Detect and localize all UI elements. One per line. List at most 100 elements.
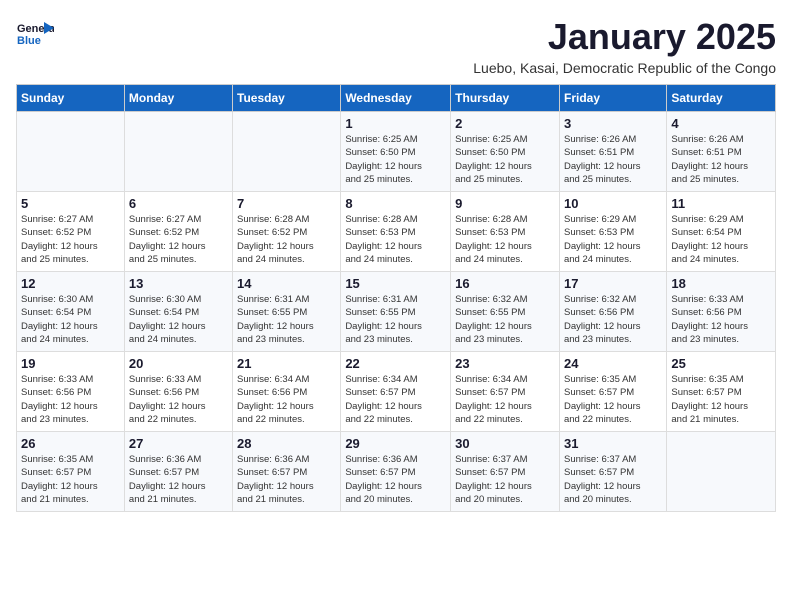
location: Luebo, Kasai, Democratic Republic of the…	[473, 60, 776, 76]
day-number: 12	[21, 276, 120, 291]
calendar-cell: 16 Sunrise: 6:32 AM Sunset: 6:55 PM Dayli…	[451, 272, 560, 352]
day-info: Sunrise: 6:32 AM Sunset: 6:56 PM Dayligh…	[564, 293, 662, 346]
logo-icon: General Blue	[16, 16, 54, 54]
day-number: 29	[345, 436, 446, 451]
calendar-cell: 13Sunrise: 6:30 AM Sunset: 6:54 PM Dayli…	[124, 272, 232, 352]
page-header: General Blue January 2025 Luebo, Kasai, …	[16, 16, 776, 76]
day-info: Sunrise: 6:36 AM Sunset: 6:57 PM Dayligh…	[237, 453, 336, 506]
calendar-header-row: SundayMondayTuesdayWednesdayThursdayFrid…	[17, 85, 776, 112]
day-number: 22	[345, 356, 446, 371]
calendar-cell: 11Sunrise: 6:29 AM Sunset: 6:54 PM Dayli…	[667, 192, 776, 272]
day-of-week-header: Friday	[559, 85, 666, 112]
calendar-cell: 26 Sunrise: 6:35 AM Sunset: 6:57 PM Dayli…	[17, 432, 125, 512]
month-title: January 2025	[473, 16, 776, 58]
day-of-week-header: Sunday	[17, 85, 125, 112]
day-info: Sunrise: 6:29 AM Sunset: 6:53 PM Dayligh…	[564, 213, 662, 266]
calendar-cell: 25 Sunrise: 6:35 AM Sunset: 6:57 PM Dayli…	[667, 352, 776, 432]
day-of-week-header: Monday	[124, 85, 232, 112]
day-of-week-header: Thursday	[451, 85, 560, 112]
day-number: 11	[671, 196, 771, 211]
day-number: 18	[671, 276, 771, 291]
calendar-week-row: 26 Sunrise: 6:35 AM Sunset: 6:57 PM Dayli…	[17, 432, 776, 512]
calendar-cell	[667, 432, 776, 512]
day-info: Sunrise: 6:36 AM Sunset: 6:57 PM Dayligh…	[345, 453, 446, 506]
day-info: Sunrise: 6:27 AM Sunset: 6:52 PM Dayligh…	[21, 213, 120, 266]
day-info: Sunrise: 6:26 AM Sunset: 6:51 PM Dayligh…	[671, 133, 771, 186]
day-info: Sunrise: 6:30 AM Sunset: 6:54 PM Dayligh…	[21, 293, 120, 346]
day-info: Sunrise: 6:33 AM Sunset: 6:56 PM Dayligh…	[21, 373, 120, 426]
day-of-week-header: Wednesday	[341, 85, 451, 112]
day-number: 14	[237, 276, 336, 291]
day-number: 15	[345, 276, 446, 291]
calendar-cell: 29 Sunrise: 6:36 AM Sunset: 6:57 PM Dayli…	[341, 432, 451, 512]
calendar-cell: 18 Sunrise: 6:33 AM Sunset: 6:56 PM Dayli…	[667, 272, 776, 352]
day-number: 1	[345, 116, 446, 131]
day-info: Sunrise: 6:32 AM Sunset: 6:55 PM Dayligh…	[455, 293, 555, 346]
day-number: 27	[129, 436, 228, 451]
day-info: Sunrise: 6:31 AM Sunset: 6:55 PM Dayligh…	[345, 293, 446, 346]
calendar-cell: 3 Sunrise: 6:26 AM Sunset: 6:51 PM Daylig…	[559, 112, 666, 192]
day-number: 13	[129, 276, 228, 291]
calendar-cell: 2 Sunrise: 6:25 AM Sunset: 6:50 PM Daylig…	[451, 112, 560, 192]
day-number: 2	[455, 116, 555, 131]
day-info: Sunrise: 6:35 AM Sunset: 6:57 PM Dayligh…	[21, 453, 120, 506]
title-block: January 2025 Luebo, Kasai, Democratic Re…	[473, 16, 776, 76]
day-number: 25	[671, 356, 771, 371]
day-info: Sunrise: 6:33 AM Sunset: 6:56 PM Dayligh…	[671, 293, 771, 346]
day-info: Sunrise: 6:25 AM Sunset: 6:50 PM Dayligh…	[455, 133, 555, 186]
day-info: Sunrise: 6:37 AM Sunset: 6:57 PM Dayligh…	[455, 453, 555, 506]
calendar-cell: 30 Sunrise: 6:37 AM Sunset: 6:57 PM Dayli…	[451, 432, 560, 512]
calendar-cell: 27 Sunrise: 6:36 AM Sunset: 6:57 PM Dayli…	[124, 432, 232, 512]
calendar-cell: 1 Sunrise: 6:25 AM Sunset: 6:50 PM Daylig…	[341, 112, 451, 192]
day-info: Sunrise: 6:28 AM Sunset: 6:52 PM Dayligh…	[237, 213, 336, 266]
day-number: 8	[345, 196, 446, 211]
calendar-cell: 23Sunrise: 6:34 AM Sunset: 6:57 PM Dayli…	[451, 352, 560, 432]
day-number: 23	[455, 356, 555, 371]
day-info: Sunrise: 6:25 AM Sunset: 6:50 PM Dayligh…	[345, 133, 446, 186]
calendar-cell: 31Sunrise: 6:37 AM Sunset: 6:57 PM Dayli…	[559, 432, 666, 512]
calendar-cell: 22Sunrise: 6:34 AM Sunset: 6:57 PM Dayli…	[341, 352, 451, 432]
day-of-week-header: Saturday	[667, 85, 776, 112]
day-info: Sunrise: 6:35 AM Sunset: 6:57 PM Dayligh…	[671, 373, 771, 426]
calendar-cell: 15 Sunrise: 6:31 AM Sunset: 6:55 PM Dayli…	[341, 272, 451, 352]
day-number: 6	[129, 196, 228, 211]
calendar-cell: 12 Sunrise: 6:30 AM Sunset: 6:54 PM Dayli…	[17, 272, 125, 352]
day-number: 7	[237, 196, 336, 211]
day-number: 16	[455, 276, 555, 291]
day-number: 17	[564, 276, 662, 291]
day-number: 31	[564, 436, 662, 451]
svg-text:Blue: Blue	[17, 35, 41, 47]
calendar-week-row: 19 Sunrise: 6:33 AM Sunset: 6:56 PM Dayli…	[17, 352, 776, 432]
day-number: 19	[21, 356, 120, 371]
calendar-cell: 17 Sunrise: 6:32 AM Sunset: 6:56 PM Dayli…	[559, 272, 666, 352]
calendar-cell: 28Sunrise: 6:36 AM Sunset: 6:57 PM Dayli…	[233, 432, 341, 512]
day-info: Sunrise: 6:26 AM Sunset: 6:51 PM Dayligh…	[564, 133, 662, 186]
day-number: 5	[21, 196, 120, 211]
calendar-cell: 14Sunrise: 6:31 AM Sunset: 6:55 PM Dayli…	[233, 272, 341, 352]
day-number: 30	[455, 436, 555, 451]
day-number: 26	[21, 436, 120, 451]
day-of-week-header: Tuesday	[233, 85, 341, 112]
calendar-cell: 5 Sunrise: 6:27 AM Sunset: 6:52 PM Daylig…	[17, 192, 125, 272]
calendar-cell: 6 Sunrise: 6:27 AM Sunset: 6:52 PM Daylig…	[124, 192, 232, 272]
day-info: Sunrise: 6:33 AM Sunset: 6:56 PM Dayligh…	[129, 373, 228, 426]
day-info: Sunrise: 6:34 AM Sunset: 6:56 PM Dayligh…	[237, 373, 336, 426]
calendar-week-row: 12 Sunrise: 6:30 AM Sunset: 6:54 PM Dayli…	[17, 272, 776, 352]
calendar-week-row: 5 Sunrise: 6:27 AM Sunset: 6:52 PM Daylig…	[17, 192, 776, 272]
day-number: 21	[237, 356, 336, 371]
calendar-cell: 9Sunrise: 6:28 AM Sunset: 6:53 PM Daylig…	[451, 192, 560, 272]
day-number: 20	[129, 356, 228, 371]
day-number: 9	[455, 196, 555, 211]
logo: General Blue	[16, 16, 54, 54]
calendar-body: 1 Sunrise: 6:25 AM Sunset: 6:50 PM Daylig…	[17, 112, 776, 512]
calendar-cell: 8 Sunrise: 6:28 AM Sunset: 6:53 PM Daylig…	[341, 192, 451, 272]
day-info: Sunrise: 6:28 AM Sunset: 6:53 PM Dayligh…	[345, 213, 446, 266]
day-number: 3	[564, 116, 662, 131]
calendar-cell: 4 Sunrise: 6:26 AM Sunset: 6:51 PM Daylig…	[667, 112, 776, 192]
day-number: 4	[671, 116, 771, 131]
calendar-cell	[233, 112, 341, 192]
day-info: Sunrise: 6:36 AM Sunset: 6:57 PM Dayligh…	[129, 453, 228, 506]
calendar-cell	[17, 112, 125, 192]
calendar-cell: 24Sunrise: 6:35 AM Sunset: 6:57 PM Dayli…	[559, 352, 666, 432]
day-info: Sunrise: 6:27 AM Sunset: 6:52 PM Dayligh…	[129, 213, 228, 266]
